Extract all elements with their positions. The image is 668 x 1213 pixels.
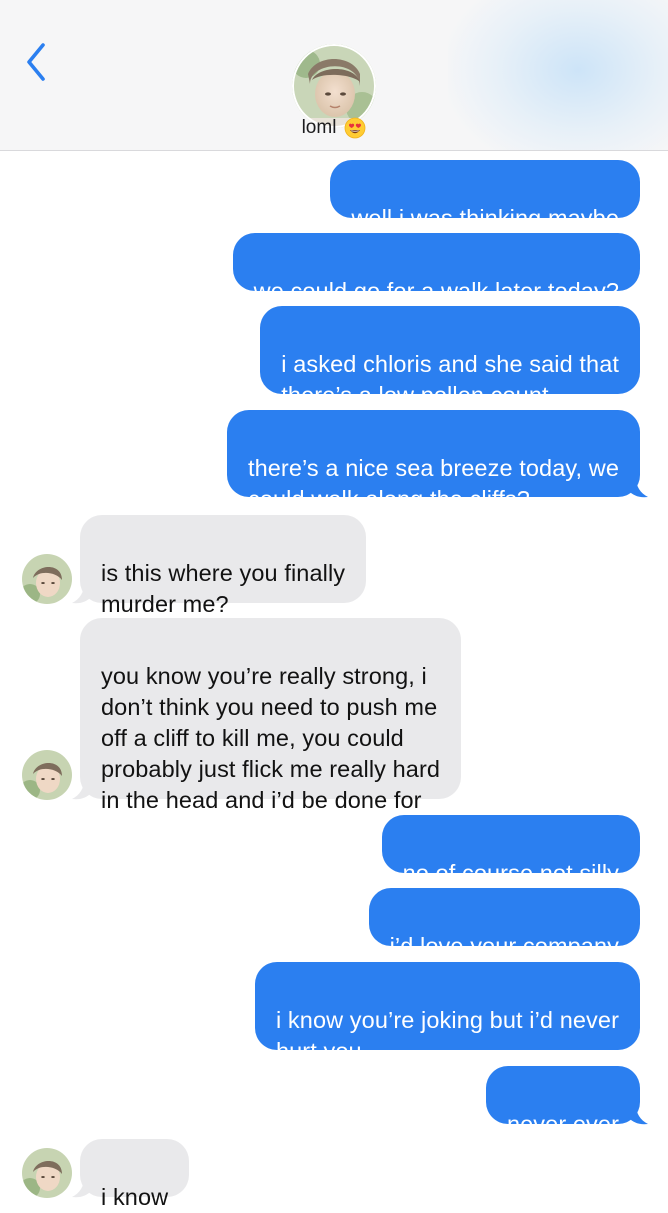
message-text: well i was thinking maybe (351, 205, 619, 231)
received-message-bubble[interactable]: is this where you finally murder me? (80, 515, 367, 617)
contact-name-row[interactable]: loml (0, 117, 668, 139)
message-text: never ever (506, 1111, 619, 1137)
message-text: we could go for a walk later today? (253, 278, 619, 304)
sent-message-bubble[interactable]: there’s a nice sea breeze today, we coul… (226, 410, 640, 512)
conversation-header: loml (0, 0, 668, 151)
sent-message-bubble[interactable]: never ever (485, 1066, 640, 1137)
sent-message-bubble[interactable]: no of course not silly (381, 815, 640, 886)
contact-avatar-small[interactable] (22, 554, 72, 604)
message-text: is this where you finally murder me? (101, 560, 346, 617)
back-button[interactable] (18, 40, 54, 84)
received-bubble-tail (72, 584, 92, 604)
sent-message-bubble[interactable]: i know you’re joking but i’d never hurt … (254, 962, 640, 1064)
message-text: i know you’re joking but i’d never hurt … (275, 1007, 619, 1064)
message-text: i asked chloris and she said that there’… (281, 351, 619, 408)
sent-message-bubble[interactable]: i asked chloris and she said that there’… (260, 306, 640, 408)
sent-bubble-tail (628, 478, 648, 498)
message-text: there’s a nice sea breeze today, we coul… (247, 455, 619, 512)
contact-name: loml (301, 117, 337, 138)
message-text: i know (101, 1184, 169, 1210)
message-text: no of course not silly (402, 860, 619, 886)
sent-message-bubble[interactable]: we could go for a walk later today? (232, 233, 640, 304)
received-bubble-tail (72, 1178, 92, 1198)
received-message-bubble[interactable]: i know (80, 1139, 190, 1210)
message-text: you know you’re really strong, i don’t t… (101, 663, 441, 813)
chevron-left-icon (27, 43, 45, 81)
received-bubble-tail (72, 780, 92, 800)
sent-bubble-tail (628, 1105, 648, 1125)
sent-message-bubble[interactable]: well i was thinking maybe (330, 160, 640, 231)
message-text: i’d love your company (389, 933, 619, 959)
received-message-bubble[interactable]: you know you’re really strong, i don’t t… (80, 618, 462, 813)
heart-eyes-emoji-icon (345, 117, 366, 139)
contact-avatar-small[interactable] (22, 1148, 72, 1198)
contact-avatar[interactable] (292, 44, 376, 128)
contact-avatar-small[interactable] (22, 750, 72, 800)
sent-message-bubble[interactable]: i’d love your company (368, 888, 640, 959)
